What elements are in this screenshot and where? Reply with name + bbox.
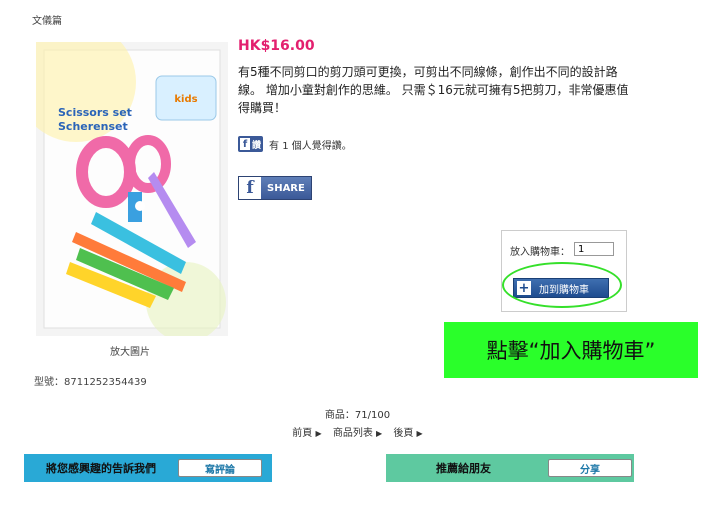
highlight-circle [502,262,622,308]
arrow-right-icon: ▶ [376,429,383,438]
facebook-icon: f [240,138,250,150]
product-description: 有5種不同剪口的剪刀頭可更換，可剪出不同線條，創作出不同的設計路線。 增加小童對… [238,65,629,115]
review-bar: 將您感興趣的告訴我們 寫評論 [24,454,272,482]
svg-text:Scherenset: Scherenset [58,120,128,133]
prev-page-link[interactable]: 前頁 ▶ [292,428,321,439]
next-label: 後頁 [393,428,414,439]
prev-label: 前頁 [292,428,313,439]
facebook-share-button[interactable]: f SHARE [238,176,312,200]
review-label: 將您感興趣的告訴我們 [46,462,156,475]
facebook-like-badge-label: 讚 [252,140,262,151]
arrow-right-icon: ▶ [315,429,322,438]
sku-row: 型號：8711252354439 [34,373,147,388]
arrow-right-icon: ▶ [416,429,423,438]
product-list-link[interactable]: 商品列表 ▶ [333,428,382,439]
sku-label: 型號： [34,377,64,388]
sku-value: 8711252354439 [64,377,147,388]
pagination: 前頁 ▶ 商品列表 ▶ 後頁 ▶ [0,424,715,439]
share-label: SHARE [267,182,305,194]
enlarge-image-link[interactable]: 放大圖片 [110,343,150,358]
facebook-like-count: 有 1 個人覺得讚。 [269,140,352,152]
breadcrumb[interactable]: 文儀篇 [32,12,62,27]
product-image[interactable]: kids Scissors set Scherenset [36,42,228,336]
next-page-link[interactable]: 後頁 ▶ [393,428,422,439]
instruction-banner: 點擊“加入購物車” [444,322,698,378]
write-review-button[interactable]: 寫評論 [178,459,262,477]
item-count: 商品：71/100 [324,410,391,421]
facebook-like-button[interactable]: f讚 [238,136,264,152]
list-label: 商品列表 [332,428,373,439]
quantity-input[interactable] [574,242,614,256]
recommend-label: 推薦給朋友 [436,462,491,475]
facebook-like: f讚 有 1 個人覺得讚。 [238,136,352,152]
facebook-icon: f [239,177,261,199]
svg-text:Scissors set: Scissors set [58,106,132,119]
share-button[interactable]: 分享 [548,459,632,477]
recommend-bar: 推薦給朋友 分享 [386,454,634,482]
product-price: HK$16.00 [238,38,315,54]
svg-text:kids: kids [174,94,197,105]
quantity-label: 放入購物車： [510,247,570,258]
